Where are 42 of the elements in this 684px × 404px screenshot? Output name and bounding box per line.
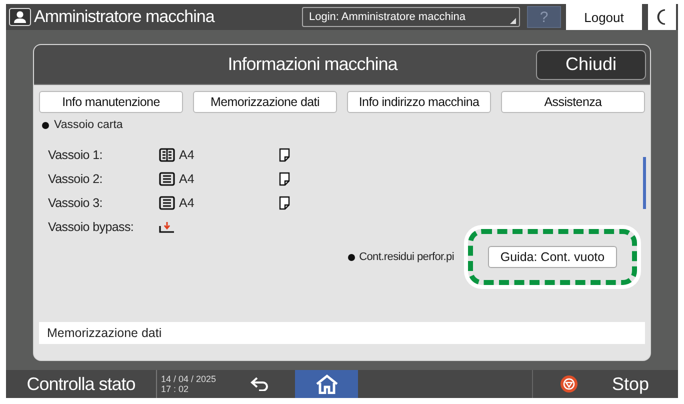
paper-sheet-icon xyxy=(279,196,290,210)
tab[interactable]: Assistenza xyxy=(501,91,645,113)
tray-icon xyxy=(159,148,175,162)
guide-button[interactable]: Guida: Cont. vuoto xyxy=(488,246,617,268)
date-text: 14 / 04 / 2025 xyxy=(161,374,218,384)
waste-container-label: Cont.residui perfor.pi xyxy=(359,251,454,263)
close-button[interactable]: Chiudi xyxy=(536,50,646,80)
check-status-button[interactable]: Controlla stato xyxy=(6,370,156,398)
tray-label: Vassoio 3: xyxy=(48,196,104,210)
bullet-icon xyxy=(42,122,49,128)
tray-icon xyxy=(159,172,175,186)
logout-button[interactable]: Logout xyxy=(566,4,642,30)
paper-size: A4 xyxy=(179,196,196,210)
scroll-indicator xyxy=(643,157,646,209)
tray-label: Vassoio bypass: xyxy=(48,220,135,234)
tab[interactable]: Info manutenzione xyxy=(39,91,183,113)
night-mode-button[interactable] xyxy=(648,4,676,30)
user-name: Amministratore macchina xyxy=(34,7,216,27)
tray-label: Vassoio 2: xyxy=(48,172,104,186)
time-text: 17 : 02 xyxy=(161,384,190,394)
paper-size: A4 xyxy=(179,148,196,162)
paper-sheet-icon xyxy=(279,172,290,186)
moon-icon xyxy=(656,9,668,25)
bypass-tray-icon xyxy=(159,221,175,233)
home-icon xyxy=(314,374,338,394)
bullet-icon xyxy=(348,254,356,260)
corner-icon xyxy=(510,18,516,24)
login-dropdown[interactable]: Login: Amministratore macchina xyxy=(302,7,520,27)
stop-icon xyxy=(560,375,578,393)
back-arrow-icon xyxy=(250,377,270,391)
user-icon xyxy=(9,8,31,26)
home-button[interactable] xyxy=(295,370,358,398)
tab[interactable]: Memorizzazione dati xyxy=(193,91,337,113)
tray-label: Vassoio 1: xyxy=(48,148,104,162)
section-heading: Vassoio carta xyxy=(54,119,123,131)
tab[interactable]: Info indirizzo macchina xyxy=(347,91,491,113)
footer-label: Memorizzazione dati xyxy=(39,322,645,344)
paper-sheet-icon xyxy=(279,148,290,162)
tray-icon xyxy=(159,196,175,210)
stop-button[interactable]: Stop xyxy=(532,370,678,398)
paper-size: A4 xyxy=(179,172,196,186)
dialog-title: Informazioni macchina xyxy=(226,54,399,75)
